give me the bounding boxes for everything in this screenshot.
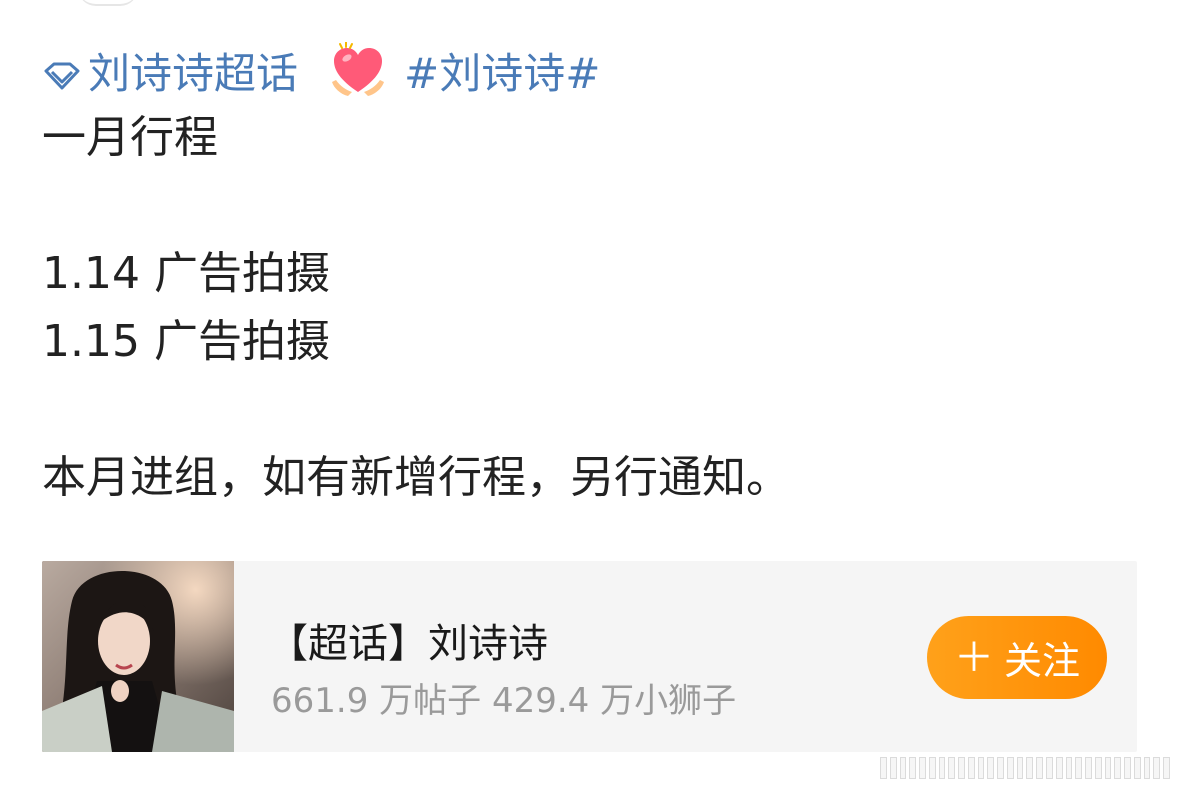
card-stats: 661.9 万帖子 429.4 万小狮子 <box>271 681 737 721</box>
post-line: 1.14 广告拍摄 <box>42 248 330 299</box>
post-body: 刘诗诗超话 #刘诗诗# 一月行程 1.14 广告拍摄 1.15 广告拍摄 本月进… <box>42 40 1142 512</box>
plus-icon: ＋ <box>953 634 994 681</box>
card-title: 【超话】刘诗诗 <box>268 621 548 667</box>
avatar-edge-decoration <box>78 0 138 6</box>
follow-button[interactable]: ＋ 关注 <box>927 616 1107 699</box>
watermark <box>880 755 1170 781</box>
post-line: 1.15 广告拍摄 <box>42 316 330 367</box>
super-topic-card[interactable]: 【超话】刘诗诗 661.9 万帖子 429.4 万小狮子 ＋ 关注 <box>42 561 1137 752</box>
heart-hands-emoji-icon <box>332 42 385 96</box>
post-line: 本月进组，如有新增行程，另行通知。 <box>42 452 790 503</box>
super-topic-link[interactable]: 刘诗诗超话 <box>42 40 298 101</box>
post-line-blank <box>42 172 1142 240</box>
post-line: 一月行程 <box>42 112 218 163</box>
portrait-image <box>42 561 234 752</box>
topic-row: 刘诗诗超话 #刘诗诗# <box>42 40 1142 100</box>
diamond-icon <box>44 62 80 90</box>
follow-label: 关注 <box>1003 639 1080 683</box>
super-topic-label: 刘诗诗超话 <box>88 48 299 98</box>
hashtag-link[interactable]: #刘诗诗# <box>404 40 600 101</box>
topic-cover-photo <box>42 561 234 752</box>
post-line-blank <box>42 376 1142 444</box>
